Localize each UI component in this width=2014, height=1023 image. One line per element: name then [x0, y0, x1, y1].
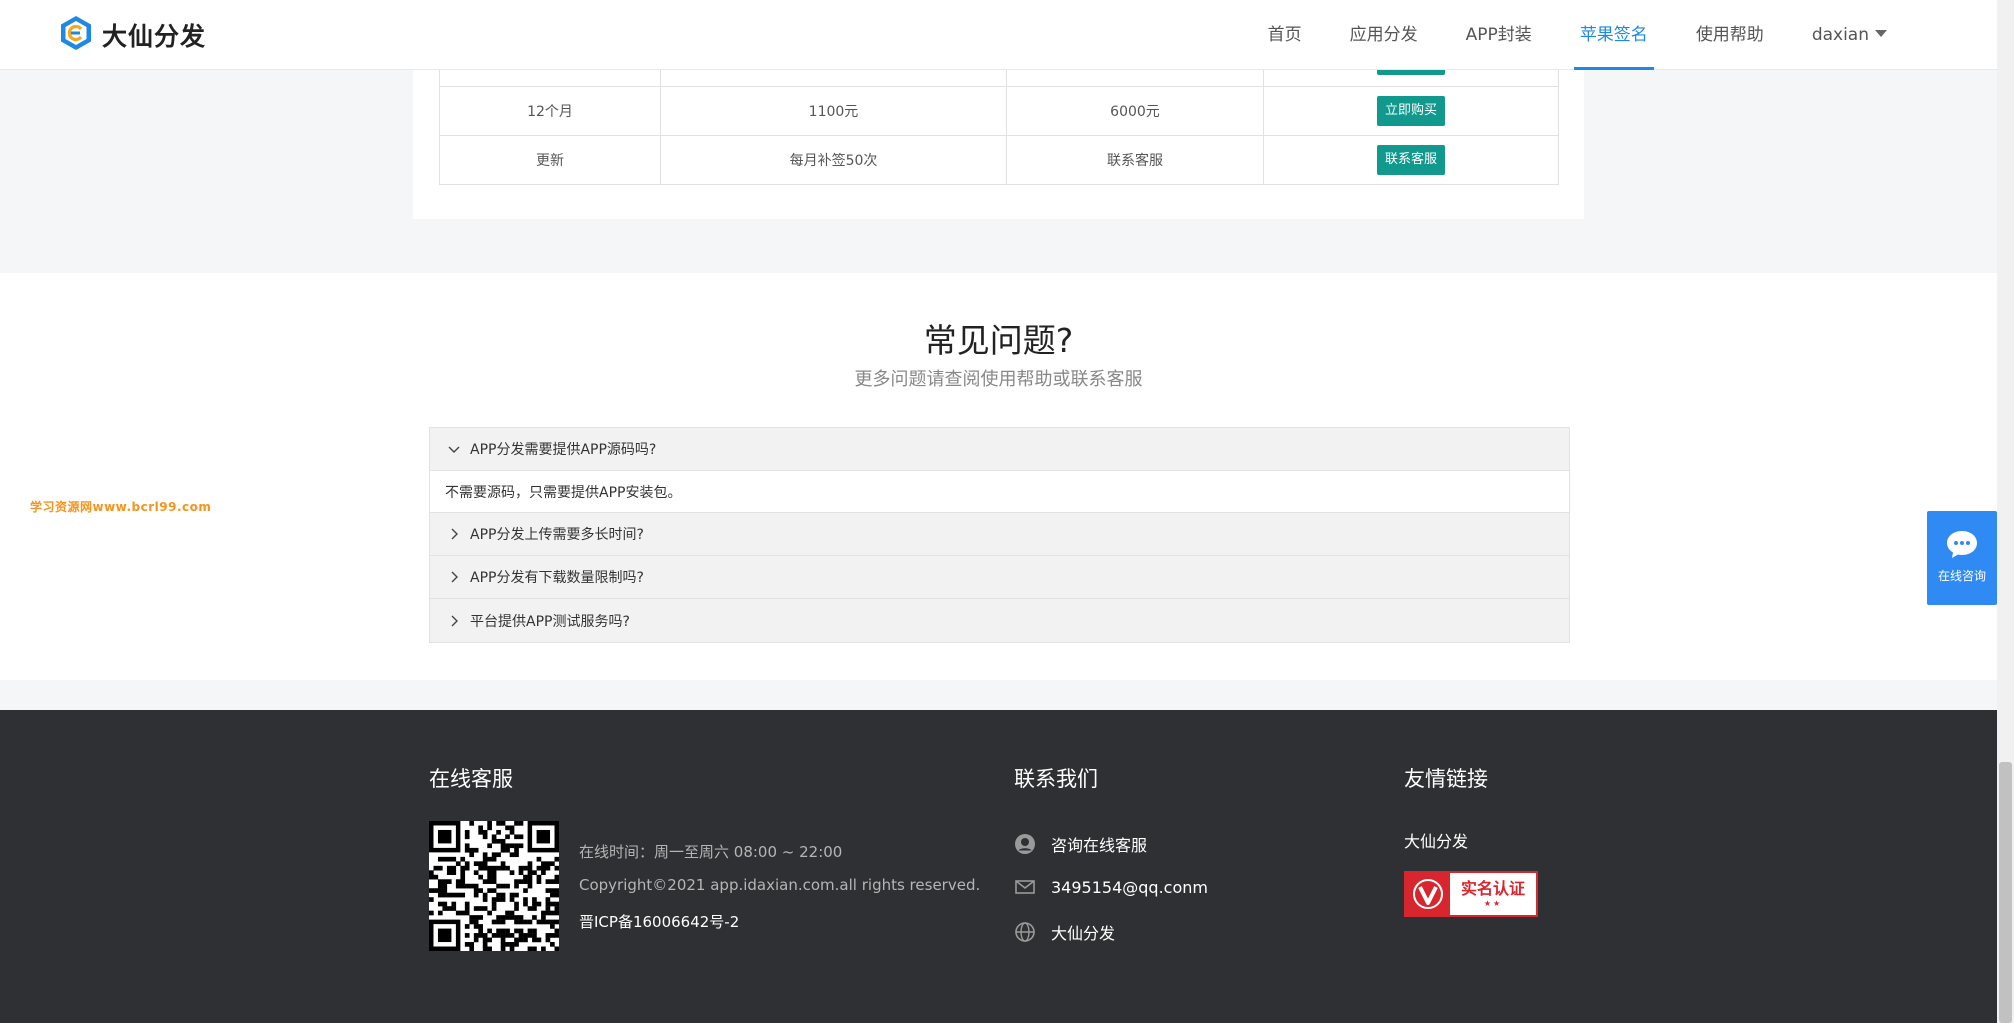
scrollbar-thumb[interactable] [1999, 762, 2012, 1023]
watermark-text: 学习资源网www.bcrl99.com [30, 500, 212, 514]
mail-icon [1015, 880, 1035, 894]
caret-down-icon [1875, 30, 1887, 37]
period-cell: 12个月 [439, 86, 661, 136]
table-row: 12个月 1100元 6000元 立即购买 [439, 86, 1559, 136]
contact-email-text: 3495154@qq.conm [1051, 877, 1208, 897]
service-title: 在线客服 [429, 767, 513, 791]
friend-link[interactable]: 大仙分发 [1404, 828, 1468, 852]
faq-accordion: APP分发需要提供APP源码吗? 不需要源码，只需要提供APP安装包。 APP分… [429, 427, 1570, 643]
table-row [439, 70, 1559, 87]
pricing-table: 12个月 1100元 6000元 立即购买 更新 每月补签50次 联系客服 联系… [439, 70, 1559, 185]
footer: 在线客服 在线时间：周一至周六 08:00 ~ 22:00 Copyright©… [0, 710, 1997, 1023]
links-title: 友情链接 [1404, 767, 1488, 791]
faq-question-text: 平台提供APP测试服务吗? [470, 613, 630, 630]
faq-question-text: APP分发需要提供APP源码吗? [470, 442, 657, 458]
faq-title: 常见问题? [923, 321, 1074, 360]
icp-number[interactable]: 晋ICP备16006642号-2 [579, 911, 739, 932]
headset-icon [1015, 834, 1035, 854]
globe-icon [1015, 922, 1035, 942]
buy-now-button[interactable]: 立即购买 [1377, 96, 1445, 126]
nav-help[interactable]: 使用帮助 [1696, 0, 1764, 70]
copyright: Copyright©2021 app.idaxian.com.all right… [579, 876, 981, 894]
contact-email[interactable]: 3495154@qq.conm [1014, 876, 1208, 898]
faq-subtitle: 更多问题请查阅使用帮助或联系客服 [854, 369, 1143, 390]
price-cell: 每月补签50次 [660, 135, 1007, 185]
main-nav: 首页 应用分发 APP封装 苹果签名 使用帮助 daxian [1220, 0, 1887, 70]
username: daxian [1811, 25, 1869, 45]
faq-question[interactable]: APP分发有下载数量限制吗? [430, 556, 1569, 599]
nav-home[interactable]: 首页 [1268, 0, 1302, 70]
faq-answer: 不需要源码，只需要提供APP安装包。 [430, 471, 1569, 513]
pricing-card: 12个月 1100元 6000元 立即购买 更新 每月补签50次 联系客服 联系… [413, 70, 1584, 219]
faq-question[interactable]: 平台提供APP测试服务吗? [430, 599, 1569, 642]
badge-stars: ★★ [1483, 899, 1503, 908]
table-row: 更新 每月补签50次 联系客服 联系客服 [439, 135, 1559, 185]
chat-bubble-icon [1947, 531, 1977, 558]
contact-website[interactable]: 大仙分发 [1014, 920, 1115, 944]
qr-code [429, 821, 560, 952]
verified-v-icon [1406, 873, 1450, 915]
page-scrollbar[interactable] [1997, 0, 2014, 1023]
price-cell: 6000元 [1006, 86, 1264, 136]
period-cell: 更新 [439, 135, 661, 185]
badge-label: 实名认证 [1460, 879, 1525, 898]
nav-app-packaging[interactable]: APP封装 [1466, 0, 1532, 70]
faq-question-text: APP分发有下载数量限制吗? [470, 570, 644, 586]
faq-section: 常见问题? 更多问题请查阅使用帮助或联系客服 APP分发需要提供APP源码吗? … [0, 273, 1997, 680]
brand-logo[interactable]: 大仙分发 [60, 15, 207, 55]
service-hours: 在线时间：周一至周六 08:00 ~ 22:00 [579, 843, 843, 861]
online-chat-button[interactable]: 在线咨询 [1927, 511, 1997, 605]
qr-code-image [429, 821, 560, 952]
contact-service-text: 咨询在线客服 [1051, 836, 1148, 855]
real-name-verified-badge[interactable]: 实名认证 ★★ [1404, 871, 1538, 917]
brand-name: 大仙分发 [102, 22, 207, 51]
faq-question[interactable]: APP分发上传需要多长时间? [430, 513, 1569, 556]
chevron-down-icon [448, 446, 460, 453]
faq-question[interactable]: APP分发需要提供APP源码吗? [430, 428, 1569, 471]
logo-icon [60, 15, 92, 55]
nav-apple-signing[interactable]: 苹果签名 [1573, 0, 1654, 70]
chat-label: 在线咨询 [1937, 569, 1986, 583]
contact-service-button[interactable]: 联系客服 [1377, 145, 1445, 175]
chevron-right-icon [451, 615, 458, 626]
user-menu[interactable]: daxian [1812, 0, 1887, 70]
contact-title: 联系我们 [1014, 767, 1098, 791]
chevron-right-icon [451, 571, 458, 583]
price-cell: 联系客服 [1006, 135, 1264, 185]
faq-question-text: APP分发上传需要多长时间? [470, 527, 644, 543]
top-navbar: 大仙分发 首页 应用分发 APP封装 苹果签名 使用帮助 daxian [0, 0, 1997, 70]
chevron-right-icon [451, 528, 458, 540]
buy-button[interactable] [1377, 70, 1445, 75]
nav-app-distribution[interactable]: 应用分发 [1350, 0, 1418, 70]
contact-service[interactable]: 咨询在线客服 [1014, 832, 1147, 856]
contact-website-text: 大仙分发 [1051, 924, 1116, 943]
price-cell: 1100元 [660, 86, 1007, 136]
